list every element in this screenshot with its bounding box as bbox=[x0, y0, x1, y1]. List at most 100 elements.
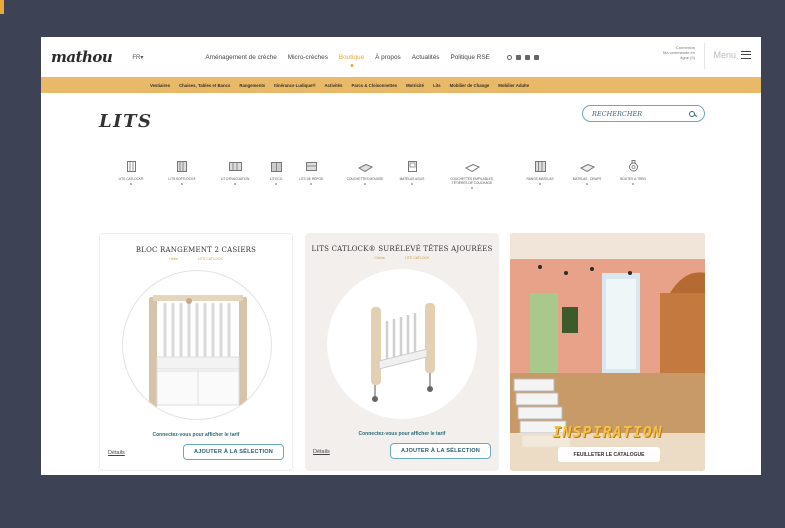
type-dot bbox=[181, 183, 183, 185]
product-tags: Hêtre LITS CATLOCK bbox=[100, 257, 292, 261]
product-type-list: LITS CATLOCK® LITS SOFTLOCK® LIT D'ÉVACU… bbox=[117, 160, 677, 194]
menu-label: Menu bbox=[713, 50, 736, 60]
top-navigation: mathou FR▾ Aménagement de crèche Micro-c… bbox=[41, 37, 761, 77]
login-to-see-price[interactable]: Connectez-vous pour afficher le tarif bbox=[305, 431, 499, 437]
type-label: BOUTES À TREN bbox=[620, 177, 646, 181]
corner-accent bbox=[0, 0, 4, 14]
type-label: LITS SOFTLOCK® bbox=[168, 177, 196, 181]
nav-item-micro-creches[interactable]: Micro-crèches bbox=[288, 54, 328, 61]
type-item-catlock[interactable]: LITS CATLOCK® bbox=[104, 160, 158, 185]
product-range: LITS CATLOCK bbox=[197, 257, 223, 261]
category-activites[interactable]: Activités bbox=[325, 83, 343, 88]
product-title[interactable]: BLOC RANGEMENT 2 CASIERS bbox=[100, 246, 292, 254]
hamburger-icon bbox=[741, 51, 751, 59]
search-icon[interactable] bbox=[689, 110, 695, 117]
category-adulte[interactable]: Mobilier Adulte bbox=[498, 83, 529, 88]
type-item-range-matelas[interactable]: RANGE-MATELAS bbox=[513, 160, 567, 185]
browser-page: mathou FR▾ Aménagement de crèche Micro-c… bbox=[41, 37, 761, 475]
search-box[interactable]: RECHERCHER bbox=[582, 105, 705, 122]
page-title: LITS bbox=[99, 111, 153, 132]
mattress-storage-icon bbox=[534, 160, 546, 172]
nav-item-actualites[interactable]: Actualités bbox=[412, 54, 440, 61]
pacifier-icon bbox=[628, 160, 639, 172]
add-to-selection-button[interactable]: AJOUTER À LA SÉLECTION bbox=[183, 444, 284, 460]
login-to-see-price[interactable]: Connectez-vous pour afficher le tarif bbox=[100, 432, 292, 438]
category-motricite[interactable]: Motricité bbox=[406, 83, 424, 88]
youtube-icon[interactable] bbox=[515, 54, 521, 60]
category-vestiaires[interactable]: Vestiaires bbox=[150, 83, 170, 88]
nav-item-rse[interactable]: Politique RSE bbox=[450, 54, 489, 61]
menu-button[interactable]: Menu bbox=[713, 50, 751, 60]
instagram-icon[interactable] bbox=[506, 54, 512, 60]
add-to-selection-button[interactable]: AJOUTER À LA SÉLECTION bbox=[390, 443, 491, 459]
type-label: LITS DE REPOS bbox=[298, 177, 324, 181]
account-area[interactable]: Connexion Ma commande en ligne (0) bbox=[651, 45, 695, 61]
inspiration-card[interactable]: INSPIRATION FEUILLETER LE CATALOGUE bbox=[510, 233, 705, 471]
product-tags: Chêne LITS CATLOCK bbox=[305, 256, 499, 260]
search-placeholder: RECHERCHER bbox=[592, 109, 643, 118]
crib-icon bbox=[126, 160, 136, 172]
type-dot bbox=[130, 183, 132, 185]
type-item-boutes[interactable]: BOUTES À TREN bbox=[606, 160, 660, 185]
nav-item-boutique[interactable]: Boutique bbox=[339, 54, 364, 61]
divider bbox=[704, 43, 705, 69]
foam-cot-icon bbox=[357, 160, 373, 172]
type-dot bbox=[586, 183, 588, 185]
type-label: LIT D'ÉVACUATION bbox=[220, 177, 250, 181]
type-dot bbox=[632, 183, 634, 185]
product-image[interactable] bbox=[327, 269, 477, 419]
category-change[interactable]: Mobilier de Change bbox=[450, 83, 490, 88]
type-dot bbox=[234, 183, 236, 185]
nav-item-a-propos[interactable]: À propos bbox=[375, 54, 401, 61]
product-material: Chêne bbox=[374, 256, 385, 260]
rest-bed-icon bbox=[305, 160, 317, 172]
type-dot bbox=[411, 183, 413, 185]
type-item-empilables[interactable]: COUCHETTES EMPILABLES, TÊTIÈRES DE COUCH… bbox=[445, 160, 499, 189]
type-label: MATELAS - DRAPS bbox=[572, 177, 602, 181]
product-material: Hêtre bbox=[169, 257, 178, 261]
product-title[interactable]: LITS CATLOCK® SURÉLEVÉ TÊTES AJOURÉES bbox=[305, 245, 499, 253]
details-link[interactable]: Détails bbox=[313, 449, 330, 455]
language-selector[interactable]: FR▾ bbox=[132, 54, 143, 61]
type-label: COUCHETTES EMPILABLES, TÊTIÈRES DE COUCH… bbox=[450, 177, 494, 185]
type-dot bbox=[539, 183, 541, 185]
sheets-icon bbox=[579, 160, 595, 172]
type-label: MATELAS AGLIS bbox=[399, 177, 425, 181]
product-range: LITS CATLOCK bbox=[404, 256, 430, 260]
category-rangements[interactable]: Rangements bbox=[239, 83, 265, 88]
category-chaises[interactable]: Chaises, Tables et Bancs bbox=[179, 83, 230, 88]
details-link[interactable]: Détails bbox=[108, 450, 125, 456]
type-item-mousse[interactable]: COUCHETTES MOUSSE bbox=[338, 160, 392, 185]
type-dot bbox=[471, 187, 473, 189]
type-item-softlock[interactable]: LITS SOFTLOCK® bbox=[155, 160, 209, 185]
type-item-matelas[interactable]: MATELAS AGLIS bbox=[385, 160, 439, 185]
product-card[interactable]: LITS CATLOCK® SURÉLEVÉ TÊTES AJOURÉES Ch… bbox=[305, 233, 499, 471]
brand-logo[interactable]: mathou bbox=[51, 48, 113, 66]
inspiration-title: INSPIRATION bbox=[552, 423, 663, 441]
type-dot bbox=[310, 183, 312, 185]
mattress-icon bbox=[407, 160, 417, 172]
type-dot bbox=[364, 183, 366, 185]
eco-bed-icon bbox=[270, 160, 282, 172]
evacuation-bed-icon bbox=[228, 160, 242, 172]
type-label: RANGE-MATELAS bbox=[526, 177, 554, 181]
facebook-icon[interactable] bbox=[524, 54, 530, 60]
type-label: LITS CATLOCK® bbox=[118, 177, 144, 181]
type-item-repos[interactable]: LITS DE REPOS bbox=[284, 160, 338, 185]
product-card[interactable]: BLOC RANGEMENT 2 CASIERS Hêtre LITS CATL… bbox=[99, 233, 293, 471]
stackable-cot-icon bbox=[464, 160, 480, 172]
category-lits[interactable]: Lits bbox=[433, 83, 441, 88]
category-parcs[interactable]: Parcs & Cloisonnettes bbox=[351, 83, 397, 88]
type-label: LIT ECO bbox=[269, 177, 283, 181]
main-nav: Aménagement de crèche Micro-crèches Bout… bbox=[205, 54, 539, 61]
crib-soft-icon bbox=[177, 160, 187, 172]
nav-item-creche[interactable]: Aménagement de crèche bbox=[205, 54, 276, 61]
category-bar: Vestiaires Chaises, Tables et Bancs Rang… bbox=[41, 77, 761, 93]
browse-catalog-button[interactable]: FEUILLETER LE CATALOGUE bbox=[558, 447, 660, 462]
category-itinerance[interactable]: Itinérance Ludique® bbox=[274, 83, 315, 88]
product-image[interactable] bbox=[122, 270, 272, 420]
linkedin-icon[interactable] bbox=[533, 54, 539, 60]
type-label: COUCHETTES MOUSSE bbox=[346, 177, 384, 181]
type-dot bbox=[275, 183, 277, 185]
order-count: ligne (0) bbox=[680, 55, 695, 61]
